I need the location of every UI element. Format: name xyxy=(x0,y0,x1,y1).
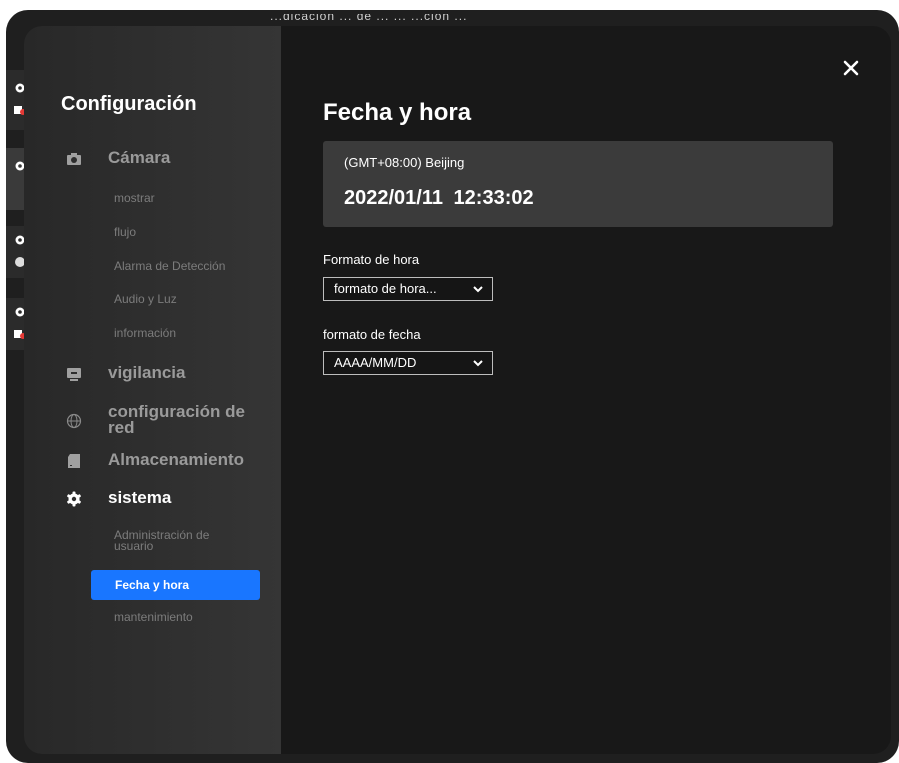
chevron-down-icon xyxy=(473,286,483,293)
gear-icon xyxy=(67,491,81,507)
sidebar-item-informacion[interactable]: información xyxy=(114,327,176,339)
time-format-select[interactable]: formato de hora... xyxy=(323,277,493,301)
sidebar-item-audio-luz[interactable]: Audio y Luz xyxy=(114,293,177,305)
sidebar-group-camera[interactable]: Cámara xyxy=(54,148,171,167)
camera-icon xyxy=(67,153,81,165)
sidebar-group-vigilancia[interactable]: vigilancia xyxy=(54,363,186,382)
sidebar-item-alarma[interactable]: Alarma de Detección xyxy=(114,260,225,272)
sidebar-group-label: vigilancia xyxy=(108,363,186,382)
background-device-strip xyxy=(6,70,26,130)
date-format-select[interactable]: AAAA/MM/DD xyxy=(323,351,493,375)
background-device-strip xyxy=(6,226,25,278)
settings-sidebar: Configuración Cámara mostrar flujo Alarm… xyxy=(24,26,281,754)
sidebar-item-fecha-hora[interactable]: Fecha y hora xyxy=(91,570,260,600)
current-time-card: (GMT+08:00) Beijing 2022/01/11 12:33:02 xyxy=(323,141,833,227)
sidebar-group-label: sistema xyxy=(108,488,172,507)
sidebar-group-sistema[interactable]: sistema xyxy=(54,488,172,507)
time-format-value: formato de hora... xyxy=(334,281,437,296)
sidebar-item-mantenimiento[interactable]: mantenimiento xyxy=(114,611,193,623)
settings-modal: Configuración Cámara mostrar flujo Alarm… xyxy=(24,26,891,754)
sidebar-item-mostrar[interactable]: mostrar xyxy=(114,192,155,204)
globe-icon xyxy=(66,413,82,429)
sidebar-item-flujo[interactable]: flujo xyxy=(114,226,136,238)
sidebar-group-red[interactable]: configuración de red xyxy=(54,402,258,437)
sidebar-group-label: configuración de red xyxy=(108,402,245,437)
sd-card-icon xyxy=(68,454,80,468)
sidebar-group-label: Almacenamiento xyxy=(108,450,245,469)
time-format-label: Formato de hora xyxy=(323,252,420,267)
sidebar-item-usuario[interactable]: Administración de usuario xyxy=(114,529,244,552)
sidebar-title: Configuración xyxy=(61,93,197,115)
current-datetime: 2022/01/11 12:33:02 xyxy=(344,187,534,209)
background-device-strip xyxy=(6,298,26,350)
background-title: ...dicación ... de ... ... ...ción ... xyxy=(270,14,630,20)
sidebar-group-almacenamiento[interactable]: Almacenamiento xyxy=(54,450,245,469)
background-device-strip xyxy=(6,148,25,210)
date-format-value: AAAA/MM/DD xyxy=(334,355,417,370)
monitor-icon xyxy=(67,368,81,381)
chevron-down-icon xyxy=(473,360,483,367)
page-title: Fecha y hora xyxy=(323,99,472,126)
close-icon[interactable] xyxy=(842,59,860,77)
timezone-label: (GMT+08:00) Beijing xyxy=(344,155,465,170)
sidebar-group-label: Cámara xyxy=(108,148,171,167)
date-format-label: formato de fecha xyxy=(323,327,421,342)
